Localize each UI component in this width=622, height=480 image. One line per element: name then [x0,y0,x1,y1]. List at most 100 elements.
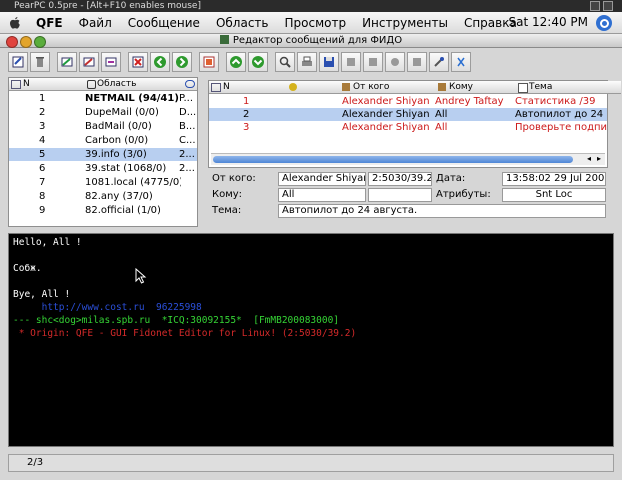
sort-icon [11,80,21,89]
area-list-panel: N Область 1 NETMAIL (94/41) P... 2 DupeMail … [8,77,198,227]
chat-icon [185,80,195,88]
menu-file[interactable]: Файл [71,16,120,30]
area-row[interactable]: 6 39.stat (1068/0) 2... [9,162,197,175]
area-number: 3 [39,121,46,132]
prev-area-button[interactable] [226,52,246,72]
delete-message-button[interactable] [128,52,148,72]
area-header-name[interactable]: Область [85,78,195,91]
message-subject: Автопилот до 24 авг [515,109,607,120]
minimize-window-icon[interactable] [20,36,32,48]
disabled-action-2-button[interactable] [363,52,383,72]
message-subject: Статистика /39 [515,96,596,107]
reply-button[interactable] [57,52,77,72]
toolbar [8,50,614,74]
help-icon [457,57,465,67]
menu-area[interactable]: Область [208,16,277,30]
area-row[interactable]: 4 Carbon (0/0) C... [9,134,197,147]
disabled-action-1-button[interactable] [341,52,361,72]
recipient-icon [438,83,446,91]
help-button[interactable] [451,52,471,72]
to-address-field[interactable] [368,188,432,202]
message-body[interactable]: Hello, All ! Собж. Bye, All ! http://www.c… [8,233,614,447]
tools-icon [434,57,444,67]
sender-icon [342,83,350,91]
date-field[interactable]: 13:58:02 29 Jul 2005 [502,172,606,186]
puzzle-icon [369,58,377,66]
area-row[interactable]: 5 39.info (3/0) 2... [9,148,197,161]
message-n: 2 [243,109,250,120]
msg-header-subject[interactable]: Тема [515,81,621,94]
area-row[interactable]: 8 82.any (37/0) [9,190,197,203]
area-name: 1081.local (4775/0) [85,177,181,188]
find-button[interactable] [275,52,295,72]
area-row[interactable]: 1 NETMAIL (94/41) P... [9,92,197,105]
message-header-fields: От кого: Alexander Shiyan 2:5030/39.2 Да… [208,171,612,221]
minimize-icon[interactable] [590,1,600,11]
message-row[interactable]: 2 Alexander Shiyan All Автопилот до 24 авг [209,108,607,121]
forward-button[interactable] [101,52,121,72]
reply-netmail-button[interactable] [79,52,99,72]
area-header-n-label: N [23,79,30,89]
spotlight-icon[interactable] [596,15,612,31]
message-row[interactable]: 1 Alexander Shiyan Andrey Taftay Статистика… [209,95,607,108]
message-n: 1 [243,96,250,107]
apple-icon[interactable] [8,16,22,30]
save-button[interactable] [319,52,339,72]
print-button[interactable] [297,52,317,72]
menu-message[interactable]: Сообщение [120,16,208,30]
new-message-button[interactable] [8,52,28,72]
area-extra: P... [179,93,194,104]
message-line: --- shc<dog>milas.spb.ru *ICQ:30092155* … [13,315,340,326]
message-line: Собж. [13,263,42,274]
scroll-right-icon[interactable]: ▸ [597,154,601,163]
menu-tools[interactable]: Инструменты [354,16,456,30]
forward-icon [105,57,117,67]
area-extra: B... [179,121,196,132]
message-list-hscrollbar[interactable]: ◂ ▸ [211,153,605,165]
close-window-icon[interactable] [6,36,18,48]
area-number: 4 [39,135,46,146]
area-number: 5 [39,149,46,160]
to-name-field[interactable]: All [278,188,366,202]
app-icon [219,35,229,44]
menubar-clock[interactable]: Sat 12:40 PM [509,15,588,29]
print-icon [302,56,312,66]
area-name: 82.any (37/0) [85,191,153,202]
message-row[interactable]: 3 Alexander Shiyan All Проверьте подписку [209,121,607,134]
scroll-left-icon[interactable]: ◂ [587,154,591,163]
from-address-field[interactable]: 2:5030/39.2 [368,172,432,186]
message-subject: Проверьте подписку [515,122,607,133]
from-name-field[interactable]: Alexander Shiyan [278,172,366,186]
disabled-action-3-button[interactable] [385,52,405,72]
area-row[interactable]: 3 BadMail (0/0) B... [9,120,197,133]
menu-view[interactable]: Просмотр [276,16,354,30]
area-header-name-label: Область [97,79,137,89]
delete-button[interactable] [30,52,50,72]
hscroll-thumb[interactable] [213,156,573,163]
msg-header-from[interactable]: От кого [339,81,449,94]
sort-icon [211,83,221,92]
next-area-button[interactable] [248,52,268,72]
area-row[interactable]: 9 82.official (1/0) [9,204,197,217]
settings-button[interactable] [429,52,449,72]
disabled-action-4-button[interactable] [407,52,427,72]
next-message-button[interactable] [172,52,192,72]
msg-header-flag[interactable] [283,81,339,94]
emulator-window-controls[interactable] [590,0,620,12]
area-row[interactable]: 2 DupeMail (0/0) D... [9,106,197,119]
first-unread-icon [203,56,215,68]
subject-field[interactable]: Автопилот до 24 августа. [278,204,606,218]
from-label: От кого: [212,173,256,184]
arrow-down-icon [252,56,264,68]
close-icon[interactable] [603,1,613,11]
prev-message-button[interactable] [150,52,170,72]
circle-icon [391,58,399,66]
zoom-window-icon[interactable] [34,36,46,48]
menu-app-name[interactable]: QFE [28,16,71,30]
area-name: BadMail (0/0) [85,121,152,132]
first-unread-button[interactable] [199,52,219,72]
area-number: 9 [39,205,46,216]
area-header-extra[interactable] [183,78,197,91]
area-row[interactable]: 7 1081.local (4775/0) [9,176,197,189]
attributes-field[interactable]: Snt Loc [502,188,606,202]
